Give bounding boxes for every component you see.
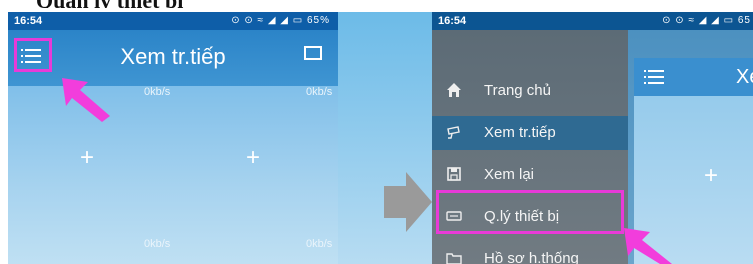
layout-icon[interactable] (304, 46, 322, 60)
drawer-item-system-profile[interactable]: Hồ sơ h.thống (432, 242, 628, 264)
background-title: Xe (736, 66, 753, 88)
camera-icon (446, 124, 462, 140)
rate-label: 0kb/s (306, 238, 333, 250)
drawer-item-label: Hồ sơ h.thống (484, 250, 579, 264)
folder-icon (446, 250, 462, 264)
right-arrow-icon (384, 172, 432, 232)
page-title: Xem tr.tiếp (120, 44, 226, 69)
rate-label: 0kb/s (306, 86, 333, 98)
add-camera-plus[interactable]: + (246, 144, 260, 172)
pointer-arrow-icon (62, 78, 110, 122)
add-camera-plus: + (704, 162, 719, 189)
right-phone-screen: 16:54 ⊙ ⊙ ≈ ◢ ◢ ▭ 65 Xe + Trang chủ Xem … (432, 12, 753, 264)
drawer-item-label: Xem lại (484, 166, 535, 183)
left-phone-screen: 16:54 ⊙ ⊙ ≈ ◢ ◢ ▭ 65% Xem tr.tiếp 0kb/s … (8, 12, 338, 264)
status-bar: 16:54 ⊙ ⊙ ≈ ◢ ◢ ▭ 65 (432, 12, 753, 30)
drawer-item-home[interactable]: Trang chủ (432, 74, 628, 108)
status-icons: ⊙ ⊙ ≈ ◢ ◢ ▭ 65% (231, 15, 330, 26)
drawer-item-live[interactable]: Xem tr.tiếp (432, 116, 628, 150)
pointer-arrow-icon (624, 228, 672, 264)
menu-icon (644, 70, 664, 88)
rate-label: 0kb/s (144, 86, 171, 98)
app-bar: Xem tr.tiếp (8, 30, 338, 86)
drawer-item-label: Xem tr.tiếp (484, 124, 556, 141)
drawer-item-label: Trang chủ (484, 82, 551, 99)
status-bar: 16:54 ⊙ ⊙ ≈ ◢ ◢ ▭ 65% (8, 12, 338, 30)
caption-text: Quản lý thiết bị (36, 0, 183, 8)
background-app-bar: Xe (634, 58, 753, 96)
status-time: 16:54 (438, 15, 467, 27)
status-time: 16:54 (14, 15, 43, 27)
rate-label: 0kb/s (144, 238, 171, 250)
status-icons: ⊙ ⊙ ≈ ◢ ◢ ▭ 65 (662, 15, 751, 26)
drawer-item-playback[interactable]: Xem lại (432, 158, 628, 192)
caption: Quản lý thiết bị (0, 0, 753, 8)
home-icon (446, 82, 462, 98)
playback-icon (446, 166, 462, 182)
highlight-box (436, 190, 624, 234)
add-camera-plus[interactable]: + (80, 144, 94, 172)
